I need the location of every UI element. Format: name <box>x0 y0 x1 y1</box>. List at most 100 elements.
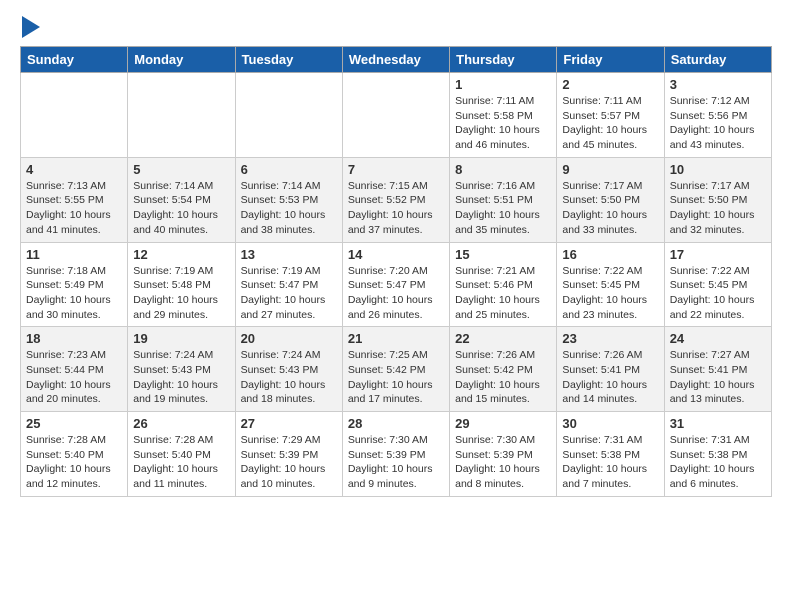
page: SundayMondayTuesdayWednesdayThursdayFrid… <box>0 0 792 513</box>
day-info: Sunrise: 7:19 AM Sunset: 5:48 PM Dayligh… <box>133 264 229 323</box>
day-info: Sunrise: 7:30 AM Sunset: 5:39 PM Dayligh… <box>348 433 444 492</box>
day-number: 19 <box>133 331 229 346</box>
day-number: 10 <box>670 162 766 177</box>
day-cell: 16Sunrise: 7:22 AM Sunset: 5:45 PM Dayli… <box>557 242 664 327</box>
day-cell: 5Sunrise: 7:14 AM Sunset: 5:54 PM Daylig… <box>128 157 235 242</box>
day-info: Sunrise: 7:26 AM Sunset: 5:42 PM Dayligh… <box>455 348 551 407</box>
day-info: Sunrise: 7:13 AM Sunset: 5:55 PM Dayligh… <box>26 179 122 238</box>
day-cell: 14 Sunrise: 7:20 AM Sunset: 5:47 PM Dayli… <box>342 242 449 327</box>
day-cell: 12 Sunrise: 7:19 AM Sunset: 5:48 PM Dayli… <box>128 242 235 327</box>
day-cell <box>235 73 342 158</box>
day-cell: 10Sunrise: 7:17 AM Sunset: 5:50 PM Dayli… <box>664 157 771 242</box>
day-info: Sunrise: 7:25 AM Sunset: 5:42 PM Dayligh… <box>348 348 444 407</box>
day-cell: 29 Sunrise: 7:30 AM Sunset: 5:39 PM Dayli… <box>450 412 557 497</box>
day-info: Sunrise: 7:24 AM Sunset: 5:43 PM Dayligh… <box>241 348 337 407</box>
day-number: 17 <box>670 247 766 262</box>
day-info: Sunrise: 7:28 AM Sunset: 5:40 PM Dayligh… <box>133 433 229 492</box>
calendar-table: SundayMondayTuesdayWednesdayThursdayFrid… <box>20 46 772 497</box>
day-info: Sunrise: 7:16 AM Sunset: 5:51 PM Dayligh… <box>455 179 551 238</box>
day-info: Sunrise: 7:21 AM Sunset: 5:46 PM Dayligh… <box>455 264 551 323</box>
day-info: Sunrise: 7:26 AM Sunset: 5:41 PM Dayligh… <box>562 348 658 407</box>
day-number: 25 <box>26 416 122 431</box>
logo-triangle-icon <box>22 16 40 38</box>
week-row-1: 4 Sunrise: 7:13 AM Sunset: 5:55 PM Daylig… <box>21 157 772 242</box>
day-number: 3 <box>670 77 766 92</box>
day-number: 27 <box>241 416 337 431</box>
day-cell: 4 Sunrise: 7:13 AM Sunset: 5:55 PM Daylig… <box>21 157 128 242</box>
week-row-0: 1Sunrise: 7:11 AM Sunset: 5:58 PM Daylig… <box>21 73 772 158</box>
day-cell: 3 Sunrise: 7:12 AM Sunset: 5:56 PM Daylig… <box>664 73 771 158</box>
day-cell: 2 Sunrise: 7:11 AM Sunset: 5:57 PM Daylig… <box>557 73 664 158</box>
day-cell: 9 Sunrise: 7:17 AM Sunset: 5:50 PM Daylig… <box>557 157 664 242</box>
day-cell: 6Sunrise: 7:14 AM Sunset: 5:53 PM Daylig… <box>235 157 342 242</box>
day-info: Sunrise: 7:24 AM Sunset: 5:43 PM Dayligh… <box>133 348 229 407</box>
day-cell: 7 Sunrise: 7:15 AM Sunset: 5:52 PM Daylig… <box>342 157 449 242</box>
day-info: Sunrise: 7:12 AM Sunset: 5:56 PM Dayligh… <box>670 94 766 153</box>
header <box>20 16 772 38</box>
day-number: 12 <box>133 247 229 262</box>
week-row-2: 11 Sunrise: 7:18 AM Sunset: 5:49 PM Dayli… <box>21 242 772 327</box>
day-number: 28 <box>348 416 444 431</box>
day-cell: 24Sunrise: 7:27 AM Sunset: 5:41 PM Dayli… <box>664 327 771 412</box>
day-number: 7 <box>348 162 444 177</box>
day-cell: 25 Sunrise: 7:28 AM Sunset: 5:40 PM Dayli… <box>21 412 128 497</box>
calendar-header-row: SundayMondayTuesdayWednesdayThursdayFrid… <box>21 47 772 73</box>
day-cell <box>128 73 235 158</box>
day-cell: 20Sunrise: 7:24 AM Sunset: 5:43 PM Dayli… <box>235 327 342 412</box>
day-info: Sunrise: 7:11 AM Sunset: 5:58 PM Dayligh… <box>455 94 551 153</box>
day-cell: 22 Sunrise: 7:26 AM Sunset: 5:42 PM Dayli… <box>450 327 557 412</box>
day-number: 23 <box>562 331 658 346</box>
day-number: 5 <box>133 162 229 177</box>
day-number: 21 <box>348 331 444 346</box>
day-info: Sunrise: 7:29 AM Sunset: 5:39 PM Dayligh… <box>241 433 337 492</box>
day-info: Sunrise: 7:20 AM Sunset: 5:47 PM Dayligh… <box>348 264 444 323</box>
day-info: Sunrise: 7:30 AM Sunset: 5:39 PM Dayligh… <box>455 433 551 492</box>
day-info: Sunrise: 7:31 AM Sunset: 5:38 PM Dayligh… <box>562 433 658 492</box>
day-info: Sunrise: 7:22 AM Sunset: 5:45 PM Dayligh… <box>562 264 658 323</box>
day-number: 29 <box>455 416 551 431</box>
day-cell: 27 Sunrise: 7:29 AM Sunset: 5:39 PM Dayli… <box>235 412 342 497</box>
day-number: 13 <box>241 247 337 262</box>
day-number: 31 <box>670 416 766 431</box>
day-cell: 1Sunrise: 7:11 AM Sunset: 5:58 PM Daylig… <box>450 73 557 158</box>
day-number: 22 <box>455 331 551 346</box>
col-header-thursday: Thursday <box>450 47 557 73</box>
day-info: Sunrise: 7:18 AM Sunset: 5:49 PM Dayligh… <box>26 264 122 323</box>
col-header-wednesday: Wednesday <box>342 47 449 73</box>
day-info: Sunrise: 7:11 AM Sunset: 5:57 PM Dayligh… <box>562 94 658 153</box>
day-cell: 17 Sunrise: 7:22 AM Sunset: 5:45 PM Dayli… <box>664 242 771 327</box>
day-cell: 18Sunrise: 7:23 AM Sunset: 5:44 PM Dayli… <box>21 327 128 412</box>
day-info: Sunrise: 7:27 AM Sunset: 5:41 PM Dayligh… <box>670 348 766 407</box>
day-cell: 26Sunrise: 7:28 AM Sunset: 5:40 PM Dayli… <box>128 412 235 497</box>
day-cell: 13 Sunrise: 7:19 AM Sunset: 5:47 PM Dayli… <box>235 242 342 327</box>
day-cell: 23 Sunrise: 7:26 AM Sunset: 5:41 PM Dayli… <box>557 327 664 412</box>
day-number: 30 <box>562 416 658 431</box>
day-info: Sunrise: 7:17 AM Sunset: 5:50 PM Dayligh… <box>562 179 658 238</box>
day-cell: 30 Sunrise: 7:31 AM Sunset: 5:38 PM Dayli… <box>557 412 664 497</box>
day-number: 2 <box>562 77 658 92</box>
day-info: Sunrise: 7:23 AM Sunset: 5:44 PM Dayligh… <box>26 348 122 407</box>
col-header-monday: Monday <box>128 47 235 73</box>
day-number: 14 <box>348 247 444 262</box>
day-cell <box>342 73 449 158</box>
day-info: Sunrise: 7:19 AM Sunset: 5:47 PM Dayligh… <box>241 264 337 323</box>
col-header-saturday: Saturday <box>664 47 771 73</box>
day-number: 4 <box>26 162 122 177</box>
day-cell: 21 Sunrise: 7:25 AM Sunset: 5:42 PM Dayli… <box>342 327 449 412</box>
day-number: 8 <box>455 162 551 177</box>
day-cell: 19 Sunrise: 7:24 AM Sunset: 5:43 PM Dayli… <box>128 327 235 412</box>
day-number: 9 <box>562 162 658 177</box>
col-header-friday: Friday <box>557 47 664 73</box>
day-number: 15 <box>455 247 551 262</box>
week-row-4: 25 Sunrise: 7:28 AM Sunset: 5:40 PM Dayli… <box>21 412 772 497</box>
day-cell: 15 Sunrise: 7:21 AM Sunset: 5:46 PM Dayli… <box>450 242 557 327</box>
day-cell: 8 Sunrise: 7:16 AM Sunset: 5:51 PM Daylig… <box>450 157 557 242</box>
day-number: 11 <box>26 247 122 262</box>
day-cell: 11 Sunrise: 7:18 AM Sunset: 5:49 PM Dayli… <box>21 242 128 327</box>
day-info: Sunrise: 7:22 AM Sunset: 5:45 PM Dayligh… <box>670 264 766 323</box>
day-info: Sunrise: 7:15 AM Sunset: 5:52 PM Dayligh… <box>348 179 444 238</box>
day-info: Sunrise: 7:31 AM Sunset: 5:38 PM Dayligh… <box>670 433 766 492</box>
day-info: Sunrise: 7:28 AM Sunset: 5:40 PM Dayligh… <box>26 433 122 492</box>
week-row-3: 18Sunrise: 7:23 AM Sunset: 5:44 PM Dayli… <box>21 327 772 412</box>
logo <box>20 16 40 38</box>
